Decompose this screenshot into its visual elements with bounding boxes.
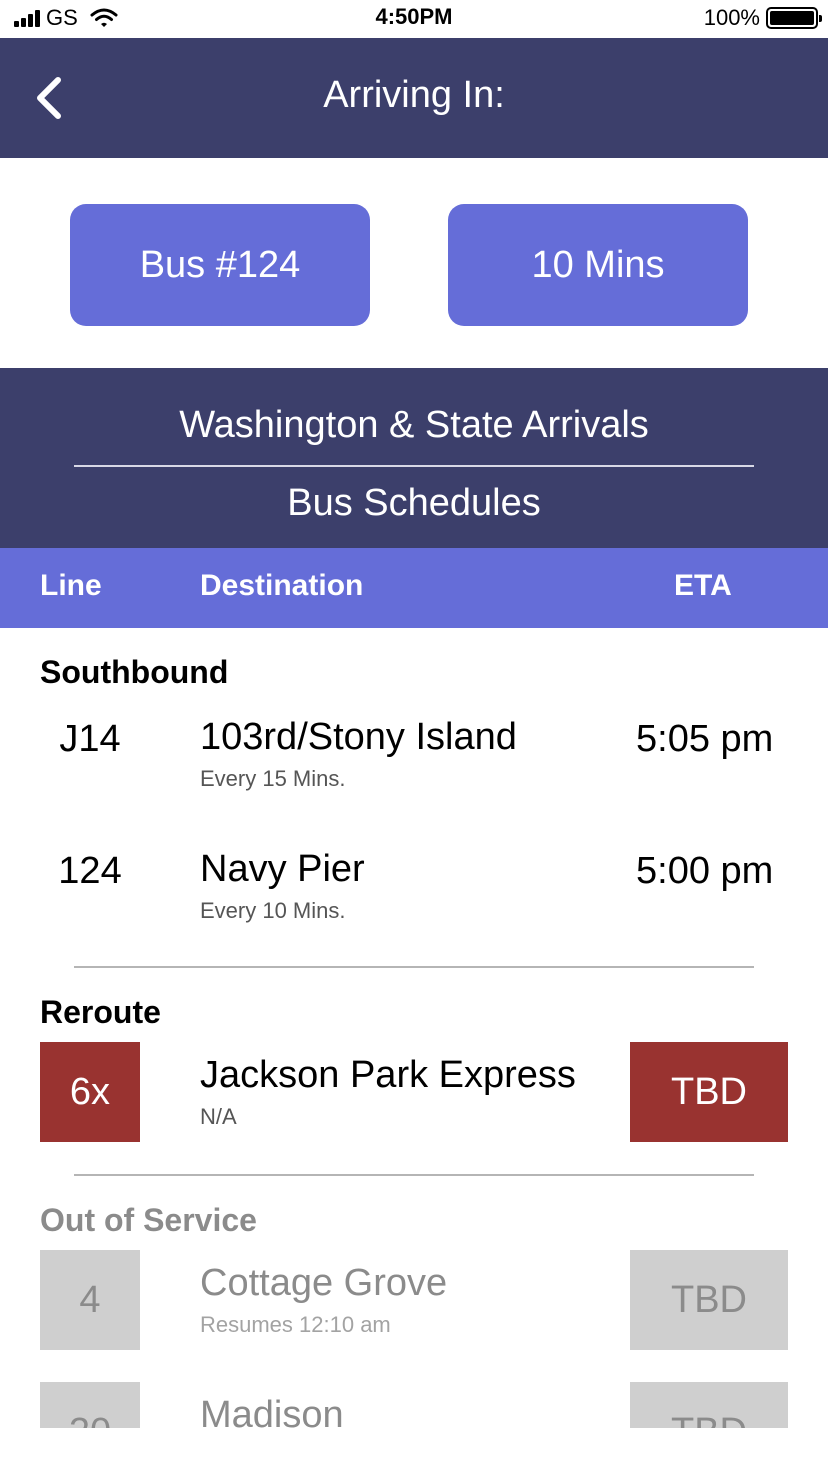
column-header-destination: Destination xyxy=(200,569,364,602)
eta-badge: TBD xyxy=(630,1250,788,1350)
frequency-note: Every 10 Mins. xyxy=(200,898,346,923)
group-title-out-of-service: Out of Service xyxy=(40,1202,257,1238)
eta-badge: TBD xyxy=(630,1042,788,1142)
eta-badge: TBD xyxy=(630,1382,788,1428)
section-divider xyxy=(74,1174,754,1176)
battery-icon xyxy=(766,7,822,29)
bus-number-button[interactable]: Bus #124 xyxy=(70,204,370,326)
status-note: N/A xyxy=(200,1104,237,1129)
schedule-subtitle: Bus Schedules xyxy=(287,482,541,524)
line-number: 124 xyxy=(58,850,122,892)
destination: Navy Pier xyxy=(200,848,365,890)
line-number: J14 xyxy=(59,718,121,760)
status-right: 100% xyxy=(703,5,822,31)
line-badge: 6x xyxy=(40,1042,140,1142)
table-row[interactable]: 124 Navy Pier Every 10 Mins. 5:00 pm xyxy=(0,844,828,944)
eta-time: 5:05 pm xyxy=(636,718,774,760)
destination: Madison xyxy=(200,1394,344,1428)
group-title-reroute: Reroute xyxy=(40,994,161,1030)
column-header-eta: ETA xyxy=(674,569,732,602)
table-row[interactable]: J14 103rd/Stony Island Every 15 Mins. 5:… xyxy=(0,712,828,812)
status-note: Resumes 12:10 am xyxy=(200,1312,391,1337)
table-row[interactable]: 20 Madison TBD xyxy=(0,1382,828,1428)
group-title-southbound: Southbound xyxy=(40,654,229,690)
stop-banner: Washington & State Arrivals Bus Schedule… xyxy=(0,368,828,548)
section-divider xyxy=(74,966,754,968)
frequency-note: Every 15 Mins. xyxy=(200,766,346,791)
line-badge: 20 xyxy=(40,1382,140,1428)
status-bar: GS 4:50PM 100% xyxy=(0,0,828,38)
table-row[interactable]: 6x Jackson Park Express N/A TBD xyxy=(0,1042,828,1142)
schedule-list[interactable]: Southbound J14 103rd/Stony Island Every … xyxy=(0,628,828,1428)
destination: Cottage Grove xyxy=(200,1262,448,1304)
line-badge: 4 xyxy=(40,1250,140,1350)
page-title: Arriving In: xyxy=(323,74,505,116)
stop-title: Washington & State Arrivals xyxy=(179,404,649,446)
banner-divider xyxy=(74,465,754,467)
column-header-line: Line xyxy=(40,569,102,602)
table-header: Line Destination ETA xyxy=(0,548,828,628)
destination: Jackson Park Express xyxy=(200,1054,576,1096)
eta-button[interactable]: 10 Mins xyxy=(448,204,748,326)
table-row[interactable]: 4 Cottage Grove Resumes 12:10 am TBD xyxy=(0,1250,828,1350)
nav-header: Arriving In: xyxy=(0,38,828,158)
battery-percent: 100% xyxy=(703,5,760,30)
eta-time: 5:00 pm xyxy=(636,850,774,892)
destination: 103rd/Stony Island xyxy=(200,716,517,758)
